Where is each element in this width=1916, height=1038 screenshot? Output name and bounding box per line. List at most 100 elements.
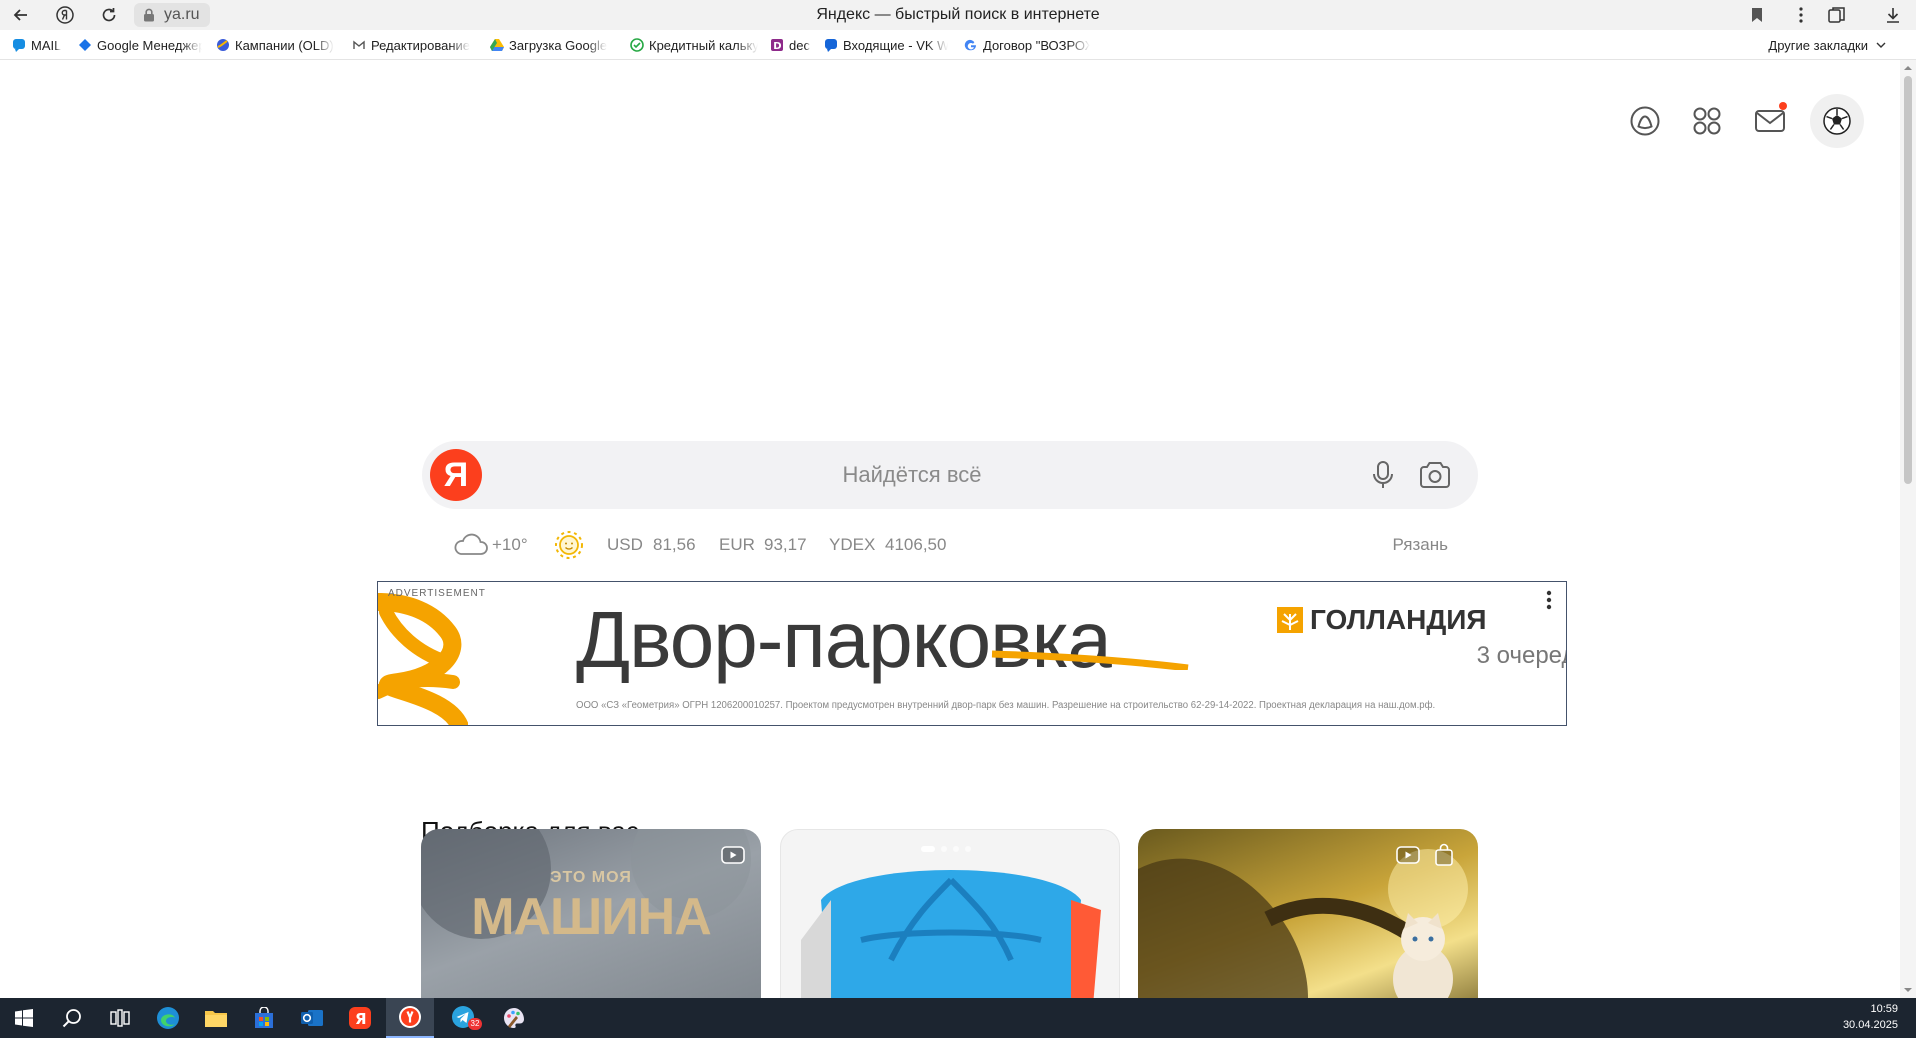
- browser-toolbar: ya.ru Яндекс — быстрый поиск в интернете: [0, 0, 1916, 30]
- downloads-button[interactable]: [1882, 4, 1904, 26]
- windows-logo-icon: [15, 1009, 33, 1027]
- scroll-down-icon[interactable]: [1904, 986, 1912, 994]
- ad-subline: 3 очередь: [1476, 642, 1566, 669]
- apps-grid-icon: [1693, 107, 1721, 135]
- svg-text:Я: Я: [355, 1010, 367, 1028]
- bookmark-item[interactable]: Редактирование: [352, 35, 474, 55]
- mail-button[interactable]: [1745, 96, 1795, 146]
- outlook-icon: [301, 1010, 323, 1026]
- kebab-menu-icon: [1546, 590, 1552, 610]
- soccer-ball-icon: [1823, 107, 1851, 135]
- start-button[interactable]: [0, 998, 48, 1038]
- ad-brand: ГОЛЛАНДИЯ: [1276, 604, 1487, 636]
- bookmark-item[interactable]: Google Менеджер: [78, 35, 202, 55]
- carousel-dots: [921, 846, 971, 852]
- google-g-icon: [964, 38, 978, 52]
- camera-search-icon: [1420, 462, 1450, 488]
- ad-legal-text: ООО «СЗ «Геометрия» ОГРН 1206200010257. …: [576, 700, 1436, 711]
- bookmark-item[interactable]: D dec: [770, 35, 818, 55]
- svg-text:D: D: [773, 41, 781, 52]
- weather-temperature[interactable]: +10°: [492, 528, 528, 562]
- other-bookmarks-button[interactable]: Другие закладки: [1768, 35, 1886, 55]
- ad-menu-button[interactable]: [1546, 590, 1552, 610]
- clock-time: 10:59: [1870, 1003, 1898, 1015]
- bookmark-item[interactable]: Договор "ВОЗРОЖДЕНИЕ": [964, 35, 1090, 55]
- taskbar-yandex-browser[interactable]: [386, 998, 434, 1038]
- ydex-label[interactable]: YDEX: [829, 528, 875, 562]
- card-caption: ЭТО МОЯ: [550, 869, 632, 886]
- chevron-down-icon: [1876, 42, 1886, 48]
- bookmark-item[interactable]: Кредитный калькулятор: [630, 35, 758, 55]
- voice-search-button[interactable]: [1368, 459, 1398, 491]
- taskbar-telegram[interactable]: 32: [440, 998, 488, 1038]
- bookmark-icon: [1752, 8, 1762, 22]
- search-taskbar-button[interactable]: [48, 998, 96, 1038]
- city-name[interactable]: Рязань: [1393, 528, 1448, 562]
- sun-face-icon[interactable]: [552, 528, 586, 562]
- task-view-button[interactable]: [96, 998, 144, 1038]
- menu-button[interactable]: [1790, 4, 1812, 26]
- lock-icon: [143, 8, 155, 22]
- shopping-badge: [1430, 843, 1458, 867]
- taskbar-paint[interactable]: [490, 998, 538, 1038]
- strike-line-icon: [991, 650, 1189, 670]
- yandex-icon: Я: [349, 1007, 371, 1029]
- eur-value[interactable]: 93,17: [764, 528, 807, 562]
- ad-banner[interactable]: ADVERTISEMENT Двор-парковка ГОЛЛАНДИЯ 3 …: [377, 581, 1567, 726]
- avatar[interactable]: [1810, 94, 1864, 148]
- back-button[interactable]: [10, 4, 32, 26]
- alice-button[interactable]: [1620, 96, 1670, 146]
- bookmarks-bar: MAIL Google Менеджер Кампании (OLD) Реда…: [0, 30, 1916, 60]
- store-icon: [255, 1007, 273, 1028]
- address-text: ya.ru: [164, 6, 200, 23]
- ydex-value[interactable]: 4106,50: [885, 528, 946, 562]
- scroll-thumb[interactable]: [1904, 76, 1912, 484]
- bookmark-item[interactable]: Загрузка Google: [490, 35, 614, 55]
- search-icon: [62, 1009, 81, 1028]
- scroll-up-icon[interactable]: [1904, 64, 1912, 72]
- calculator-check-icon: [630, 38, 644, 52]
- notification-dot: [1779, 102, 1787, 110]
- shopping-bag-icon: [1435, 843, 1453, 866]
- card-caption-big: МАШИНА: [471, 888, 712, 946]
- reload-icon: [102, 8, 116, 22]
- mail-icon: [1755, 110, 1785, 132]
- image-search-button[interactable]: [1418, 459, 1452, 491]
- usd-value[interactable]: 81,56: [653, 528, 696, 562]
- play-video-icon: [1396, 846, 1420, 864]
- d-letter-icon: D: [770, 38, 784, 52]
- yandex-home-button[interactable]: [54, 4, 76, 26]
- services-button[interactable]: [1682, 96, 1732, 146]
- yandex-logo[interactable]: Я: [430, 449, 482, 501]
- weather-icon[interactable]: [452, 527, 490, 561]
- edge-icon: [157, 1007, 179, 1029]
- taskbar-explorer[interactable]: [192, 998, 240, 1038]
- bookmark-item[interactable]: Кампании (OLD): [216, 35, 340, 55]
- windows-taskbar: Я 32 10:59 30.04.2025: [0, 998, 1916, 1038]
- taskbar-edge[interactable]: [144, 998, 192, 1038]
- collections-icon: [1828, 7, 1845, 23]
- taskbar-outlook[interactable]: [288, 998, 336, 1038]
- ad-ornament-icon: [378, 593, 468, 725]
- page-scrollbar[interactable]: [1900, 60, 1916, 998]
- alice-icon: [1630, 106, 1660, 136]
- taskbar-yandex[interactable]: Я: [336, 998, 384, 1038]
- taskbar-store[interactable]: [240, 998, 288, 1038]
- google-drive-icon: [490, 38, 504, 52]
- system-clock[interactable]: 10:59 30.04.2025: [1843, 1001, 1898, 1033]
- bookmark-item[interactable]: MAIL: [12, 35, 68, 55]
- eur-label[interactable]: EUR: [719, 528, 755, 562]
- collections-button[interactable]: [1826, 4, 1848, 26]
- yandex-circle-icon: [56, 6, 74, 24]
- video-badge: [1394, 843, 1422, 867]
- play-video-icon: [721, 846, 745, 864]
- address-bar[interactable]: ya.ru: [134, 3, 210, 27]
- task-view-icon: [110, 1009, 130, 1027]
- palette-icon: [504, 1008, 524, 1028]
- bookmark-item[interactable]: Входящие - VK WorkMail: [824, 35, 948, 55]
- bookmark-page-button[interactable]: [1746, 4, 1768, 26]
- usd-label[interactable]: USD: [607, 528, 643, 562]
- reload-button[interactable]: [98, 4, 120, 26]
- page-title: Яндекс — быстрый поиск в интернете: [816, 6, 1100, 23]
- search-input[interactable]: [502, 441, 1322, 509]
